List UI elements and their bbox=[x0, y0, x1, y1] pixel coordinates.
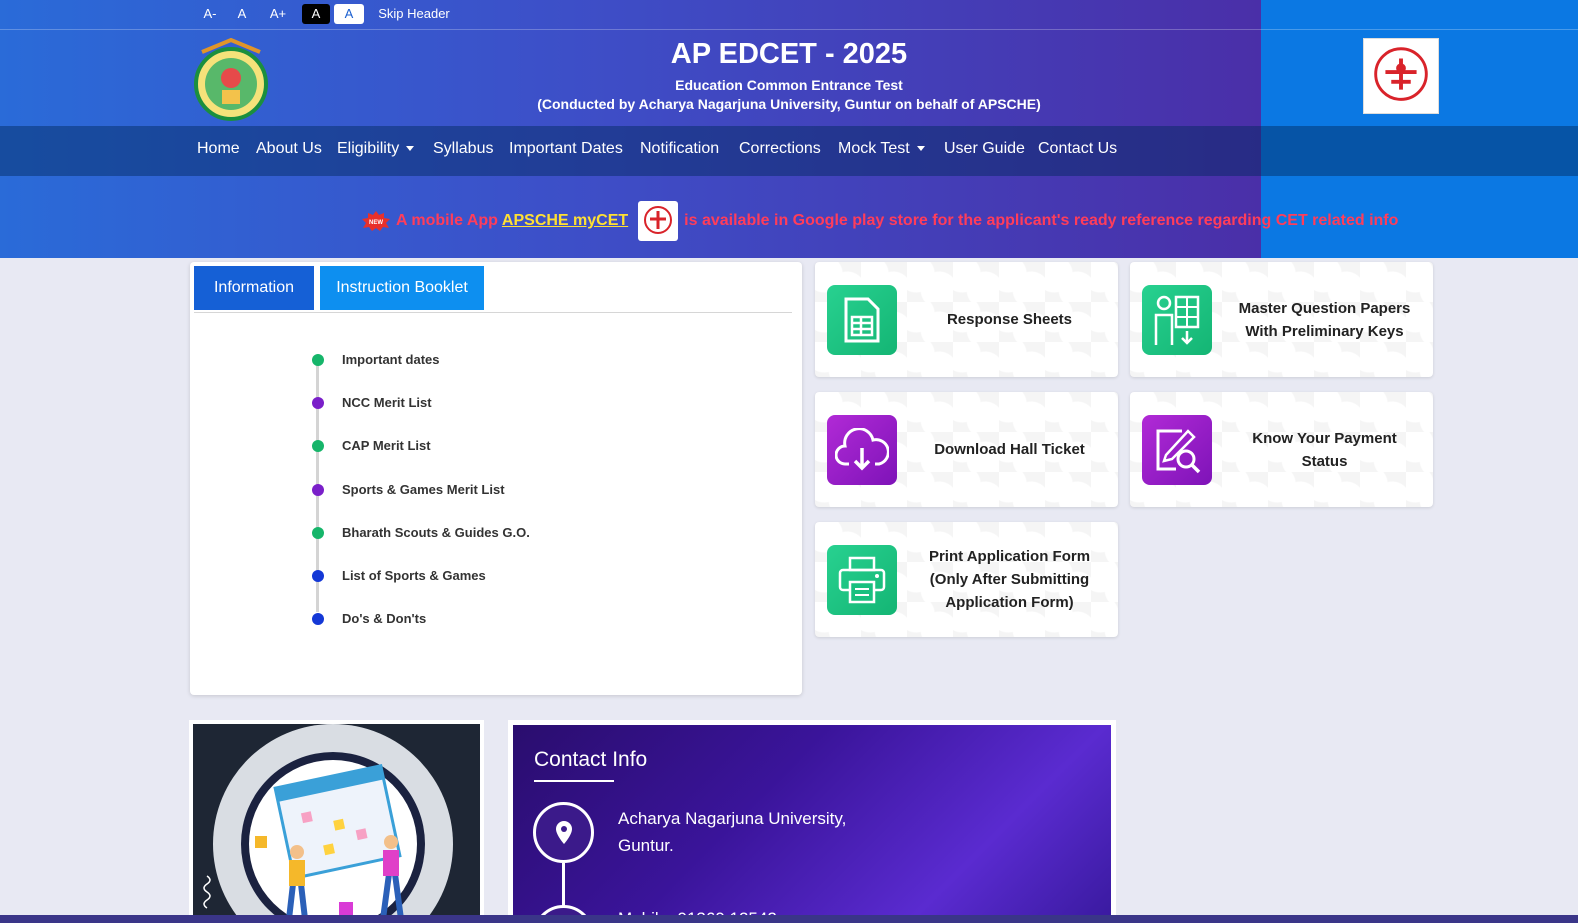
card-label: Print Application Form (Only After Submi… bbox=[928, 548, 1091, 611]
nav-mock-test[interactable]: Mock Test bbox=[838, 140, 925, 158]
light-theme-button[interactable]: A bbox=[334, 4, 364, 24]
contact-title-underline bbox=[534, 780, 614, 782]
chevron-down-icon bbox=[406, 146, 415, 152]
nav-user-guide[interactable]: User Guide bbox=[944, 140, 1025, 158]
nav-corrections[interactable]: Corrections bbox=[739, 140, 821, 158]
new-badge-icon: NEW bbox=[362, 211, 390, 231]
nav-contact-us[interactable]: Contact Us bbox=[1038, 140, 1117, 158]
main-nav: Home About Us Eligibility Syllabus Impor… bbox=[0, 126, 1578, 176]
tab-instruction-booklet[interactable]: Instruction Booklet bbox=[320, 266, 484, 310]
timeline-label: NCC Merit List bbox=[342, 395, 432, 410]
card-icon-box bbox=[827, 545, 897, 615]
nav-eligibility[interactable]: Eligibility bbox=[337, 140, 415, 158]
timeline-dot bbox=[312, 570, 324, 582]
contact-address-line2: Guntur. bbox=[618, 836, 674, 855]
announcement-marquee: NEW A mobile App APSCHE myCET is availab… bbox=[362, 200, 1398, 242]
page-title: AP EDCET - 2025 bbox=[670, 38, 908, 70]
dark-theme-button[interactable]: A bbox=[302, 4, 330, 24]
font-increase-button[interactable]: A+ bbox=[266, 4, 290, 24]
info-timeline: Important dates NCC Merit List CAP Merit… bbox=[312, 352, 716, 626]
timeline-label: Do's & Don'ts bbox=[342, 611, 427, 626]
card-label: Know Your Payment Status bbox=[1252, 429, 1397, 470]
new-badge-text: NEW bbox=[369, 220, 383, 226]
header: A- A A+ A A Skip Header AP EDCET - 2025 … bbox=[0, 0, 1578, 258]
question-paper-icon bbox=[1154, 295, 1200, 345]
cloud-download-icon bbox=[835, 428, 889, 471]
nav-important-dates[interactable]: Important Dates bbox=[509, 140, 623, 158]
page-subtitle: Education Common Entrance Test bbox=[675, 77, 903, 93]
timeline-label: Sports & Games Merit List bbox=[342, 482, 505, 497]
nav-syllabus[interactable]: Syllabus bbox=[433, 140, 493, 158]
nav-about-us[interactable]: About Us bbox=[256, 140, 322, 158]
card-label: Master Question Papers With Preliminary … bbox=[1238, 299, 1411, 340]
card-label: Response Sheets bbox=[946, 311, 1073, 328]
timeline-label: CAP Merit List bbox=[342, 438, 431, 453]
chevron-down-icon bbox=[916, 146, 925, 152]
card-icon-box bbox=[827, 285, 897, 355]
document-search-icon bbox=[1156, 429, 1201, 474]
card-payment-status[interactable]: Know Your Payment Status bbox=[1130, 392, 1433, 507]
tab-information[interactable]: Information bbox=[194, 266, 314, 310]
location-circle bbox=[533, 802, 594, 863]
timeline-dot bbox=[312, 527, 324, 539]
info-tabs: Information Instruction Booklet bbox=[194, 266, 792, 313]
card-icon-box bbox=[827, 415, 897, 485]
calendar-illustration bbox=[193, 724, 480, 919]
skip-header-link[interactable]: Skip Header bbox=[376, 4, 452, 24]
timeline-dot bbox=[312, 397, 324, 409]
nav-home[interactable]: Home bbox=[197, 140, 240, 158]
font-normal-button[interactable]: A bbox=[234, 4, 250, 24]
calendar-illustration-panel bbox=[189, 720, 484, 923]
card-print-application[interactable]: Print Application Form (Only After Submi… bbox=[815, 522, 1118, 637]
timeline-dot bbox=[312, 440, 324, 452]
timeline-label: Important dates bbox=[342, 352, 440, 367]
nav-mock-test-label: Mock Test bbox=[838, 140, 910, 157]
contact-title: Contact Info bbox=[534, 748, 648, 771]
card-icon-box bbox=[1142, 415, 1212, 485]
announcement-prefix: A mobile App bbox=[396, 212, 498, 229]
contact-connector bbox=[562, 863, 565, 908]
card-response-sheets[interactable]: Response Sheets bbox=[815, 262, 1118, 377]
timeline-label: Bharath Scouts & Guides G.O. bbox=[342, 525, 530, 540]
nav-eligibility-label: Eligibility bbox=[337, 140, 400, 157]
card-download-hall-ticket[interactable]: Download Hall Ticket bbox=[815, 392, 1118, 507]
timeline-dot bbox=[312, 484, 324, 496]
timeline-dot bbox=[312, 354, 324, 366]
mycet-app-icon bbox=[638, 201, 679, 241]
accessibility-bar: A- A A+ A A Skip Header bbox=[0, 0, 1578, 30]
contact-address-line1: Acharya Nagarjuna University, bbox=[618, 809, 847, 828]
calendar-illustration-icon bbox=[203, 724, 453, 919]
apsche-logo bbox=[1363, 38, 1439, 114]
nav-notification[interactable]: Notification bbox=[640, 140, 719, 158]
contact-info-background: Contact Info Acharya Nagarjuna Universit… bbox=[513, 725, 1111, 918]
mycet-app-link[interactable]: APSCHE myCET bbox=[502, 212, 628, 230]
timeline-dot bbox=[312, 613, 324, 625]
card-master-question-papers[interactable]: Master Question Papers With Preliminary … bbox=[1130, 262, 1433, 377]
printer-icon bbox=[838, 556, 886, 604]
announcement-suffix: is available in Google play store for th… bbox=[684, 212, 1399, 229]
timeline-label: List of Sports & Games bbox=[342, 568, 486, 583]
contact-info-panel: Contact Info Acharya Nagarjuna Universit… bbox=[508, 720, 1116, 923]
card-icon-box bbox=[1142, 285, 1212, 355]
conducted-by: (Conducted by Acharya Nagarjuna Universi… bbox=[537, 96, 1041, 112]
bottom-strip bbox=[0, 915, 1578, 923]
card-label: Download Hall Ticket bbox=[934, 441, 1085, 458]
location-pin-icon bbox=[555, 820, 572, 844]
spreadsheet-icon bbox=[844, 297, 880, 343]
information-panel: Information Instruction Booklet Importan… bbox=[190, 262, 802, 695]
font-decrease-button[interactable]: A- bbox=[200, 4, 220, 24]
